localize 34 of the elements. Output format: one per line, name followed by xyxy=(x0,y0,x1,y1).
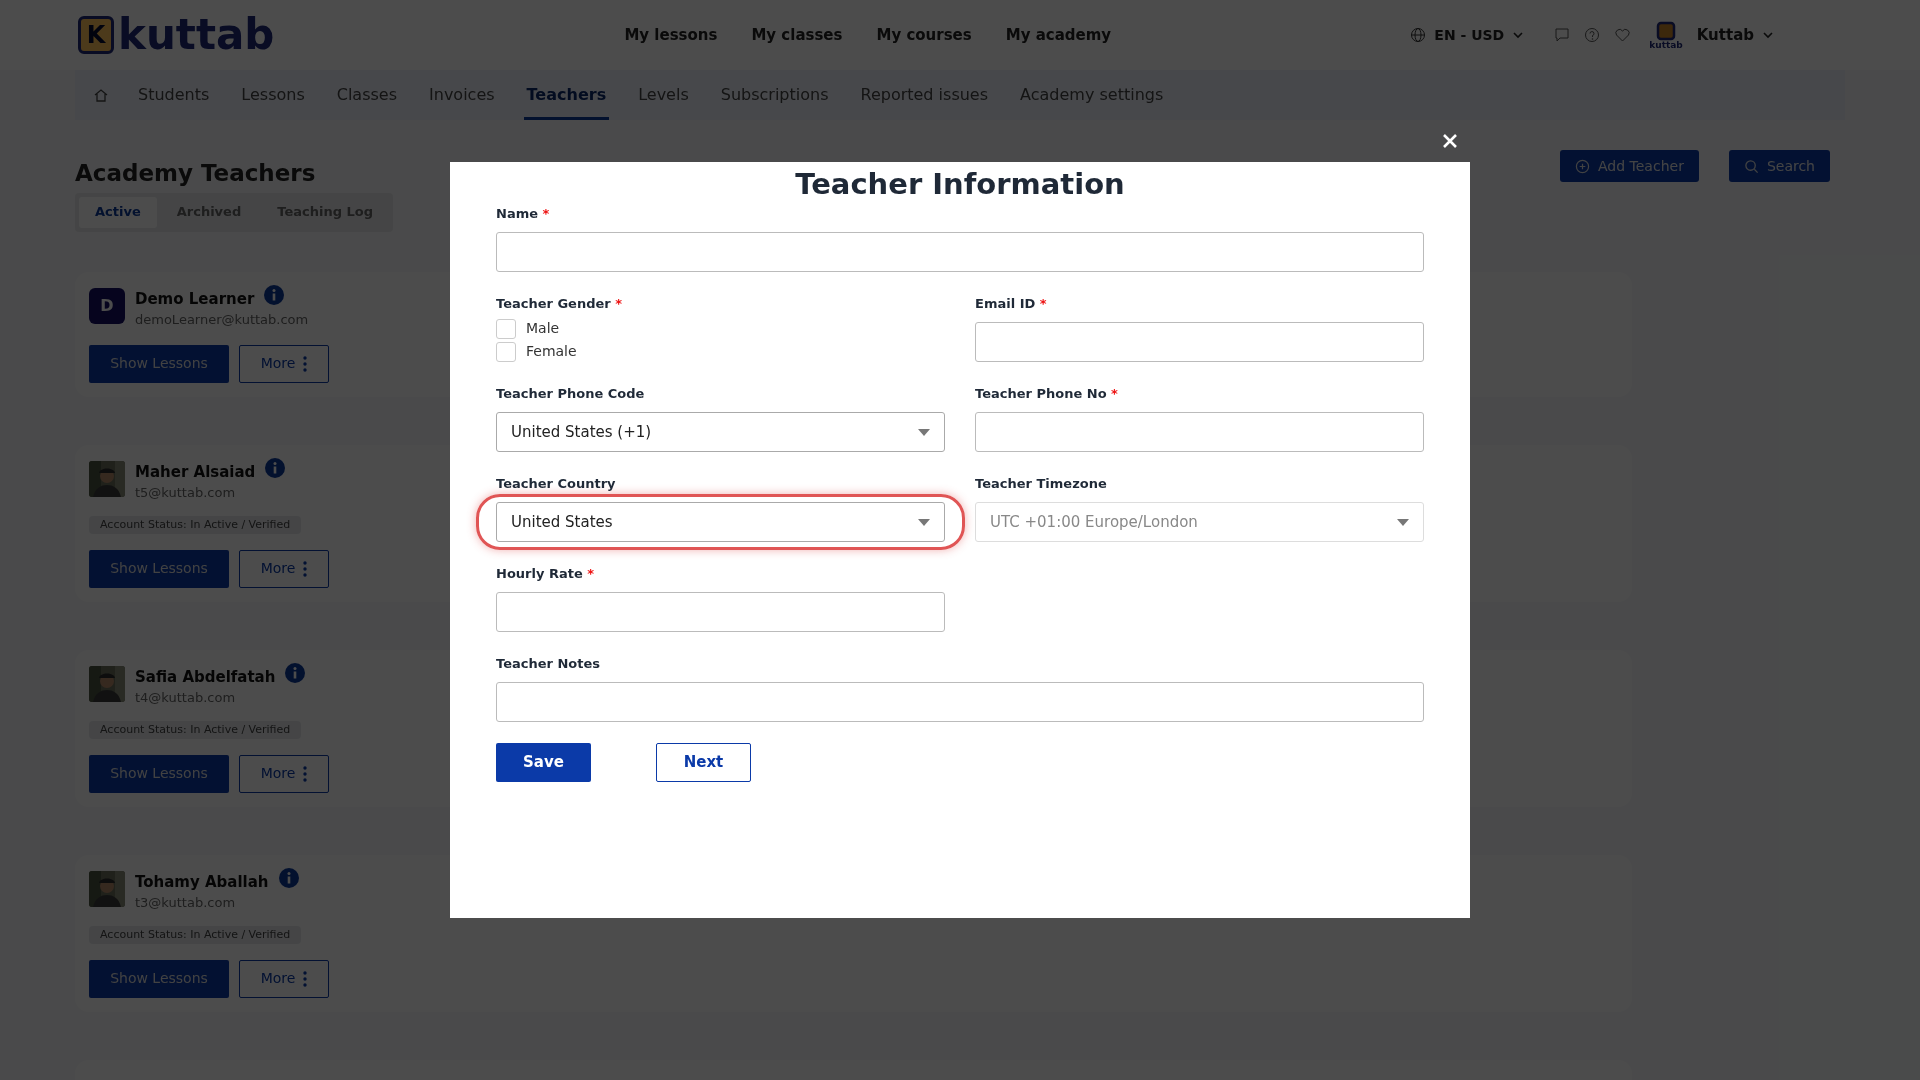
select-field[interactable]: United States (+1) xyxy=(496,412,945,452)
field-label: Teacher Notes xyxy=(496,655,602,673)
field-label: Teacher Phone Code xyxy=(496,385,646,403)
teacher-name: Safia Abdelfatah xyxy=(135,666,276,688)
modal-title: Teacher Information xyxy=(794,166,1126,202)
dropdown-caret-icon xyxy=(1397,518,1409,526)
select-field[interactable]: United States xyxy=(496,502,945,542)
input-field[interactable] xyxy=(496,232,1424,272)
checkbox-label: Male xyxy=(526,319,560,338)
page-title: Academy Teachers xyxy=(75,159,317,188)
field-label: Teacher Gender * xyxy=(496,295,624,313)
save-button[interactable]: Save xyxy=(496,743,591,782)
close-icon[interactable] xyxy=(1442,133,1458,149)
teacher-name: Maher Alsaiad xyxy=(135,461,256,483)
dropdown-caret-icon xyxy=(918,518,930,526)
input-field[interactable] xyxy=(975,412,1424,452)
input-field[interactable] xyxy=(496,682,1424,722)
logo-text: kuttab xyxy=(118,14,275,56)
checkbox[interactable] xyxy=(496,318,516,339)
checkbox[interactable] xyxy=(496,341,516,362)
teacher-name: Demo Learner xyxy=(135,288,255,310)
field-label: Email ID * xyxy=(975,295,1048,313)
field-label: Teacher Phone No * xyxy=(975,385,1119,403)
input-field[interactable] xyxy=(975,322,1424,362)
field-label: Name * xyxy=(496,205,551,223)
teacher-name: Tohamy Aballah xyxy=(135,871,269,893)
account-caption: kuttab xyxy=(1649,40,1683,50)
field-label: Hourly Rate * xyxy=(496,565,596,583)
dropdown-caret-icon xyxy=(918,428,930,436)
field-label: Teacher Country xyxy=(496,475,617,493)
checkbox-label: Female xyxy=(526,342,577,361)
field-label: Teacher Timezone xyxy=(975,475,1108,493)
input-field[interactable] xyxy=(496,592,945,632)
next-button[interactable]: Next xyxy=(656,743,751,782)
